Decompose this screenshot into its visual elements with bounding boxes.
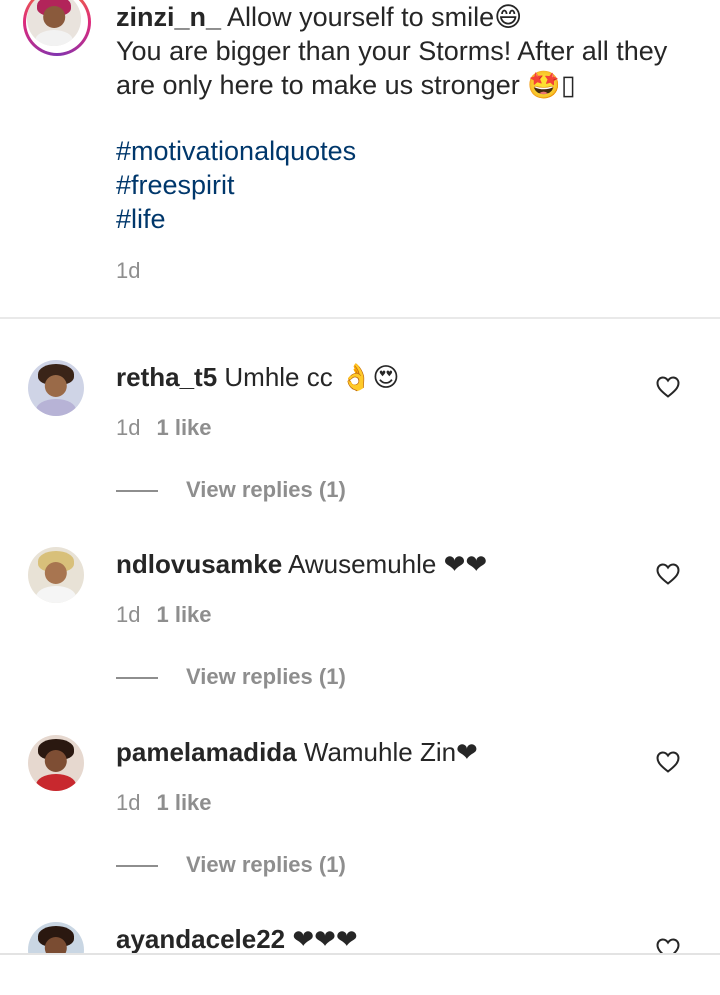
- comment-timestamp: 1d: [116, 602, 141, 627]
- replies-dash: [116, 490, 158, 493]
- comment-text: Umhle cc 👌😍: [217, 362, 400, 392]
- comment-meta: 1d 1 like: [116, 415, 212, 441]
- comment-text-line: pamelamadida Wamuhle Zin❤: [116, 735, 478, 769]
- hashtag-link[interactable]: #freespirit: [116, 168, 356, 202]
- caption-text-body: You are bigger than your Storms! After a…: [116, 36, 668, 100]
- comment-avatar[interactable]: [28, 360, 84, 416]
- comment-text-line: ayandacele22 ❤❤❤: [116, 922, 358, 956]
- replies-dash: [116, 677, 158, 680]
- view-replies-label: View replies (1): [186, 852, 346, 877]
- comment-item: retha_t5 Umhle cc 👌😍 1d 1 like View repli…: [0, 360, 720, 548]
- comment-like-count[interactable]: 1 like: [156, 602, 211, 627]
- view-replies-button[interactable]: View replies (1): [116, 852, 346, 878]
- comment-like-count[interactable]: 1 like: [156, 790, 211, 815]
- comment-username[interactable]: pamelamadida: [116, 737, 297, 767]
- bottom-bar: [0, 953, 720, 995]
- comment-text-line: ndlovusamke Awusemuhle ❤❤: [116, 547, 487, 581]
- comment-item: ndlovusamke Awusemuhle ❤❤ 1d 1 like View …: [0, 547, 720, 735]
- hashtag-link[interactable]: #life: [116, 202, 356, 236]
- view-replies-label: View replies (1): [186, 477, 346, 502]
- comment-like-count[interactable]: 1 like: [156, 415, 211, 440]
- caption-timestamp: 1d: [116, 258, 141, 283]
- comment-meta: 1d 1 like: [116, 602, 212, 628]
- comment-meta: 1d 1 like: [116, 790, 212, 816]
- replies-dash: [116, 865, 158, 868]
- view-replies-label: View replies (1): [186, 664, 346, 689]
- comment-avatar[interactable]: [28, 547, 84, 603]
- heart-outline-icon[interactable]: [656, 563, 680, 585]
- view-replies-button[interactable]: View replies (1): [116, 477, 346, 503]
- caption-avatar-story-ring[interactable]: [23, 0, 91, 56]
- hashtag-list: #motivationalquotes #freespirit #life: [116, 134, 356, 236]
- caption-text-line1: Allow yourself to smile😄: [221, 2, 523, 32]
- comment-username[interactable]: ndlovusamke: [116, 549, 282, 579]
- comment-item: pamelamadida Wamuhle Zin❤ 1d 1 like View …: [0, 735, 720, 923]
- comment-timestamp: 1d: [116, 790, 141, 815]
- comment-text: ❤❤❤: [285, 924, 358, 954]
- comment-text-line: retha_t5 Umhle cc 👌😍: [116, 360, 399, 394]
- comment-username[interactable]: ayandacele22: [116, 924, 285, 954]
- comment-text: Awusemuhle ❤❤: [282, 549, 488, 579]
- comment-username[interactable]: retha_t5: [116, 362, 217, 392]
- caption-username[interactable]: zinzi_n_: [116, 2, 221, 32]
- caption-divider: [0, 317, 720, 319]
- comment-timestamp: 1d: [116, 415, 141, 440]
- comment-avatar[interactable]: [28, 735, 84, 791]
- comment-text: Wamuhle Zin❤: [296, 737, 478, 767]
- hashtag-link[interactable]: #motivationalquotes: [116, 134, 356, 168]
- post-caption: zinzi_n_ Allow yourself to smile😄 You ar…: [0, 0, 720, 318]
- heart-outline-icon[interactable]: [656, 751, 680, 773]
- caption-text: zinzi_n_ Allow yourself to smile😄 You ar…: [116, 0, 706, 102]
- view-replies-button[interactable]: View replies (1): [116, 664, 346, 690]
- heart-outline-icon[interactable]: [656, 376, 680, 398]
